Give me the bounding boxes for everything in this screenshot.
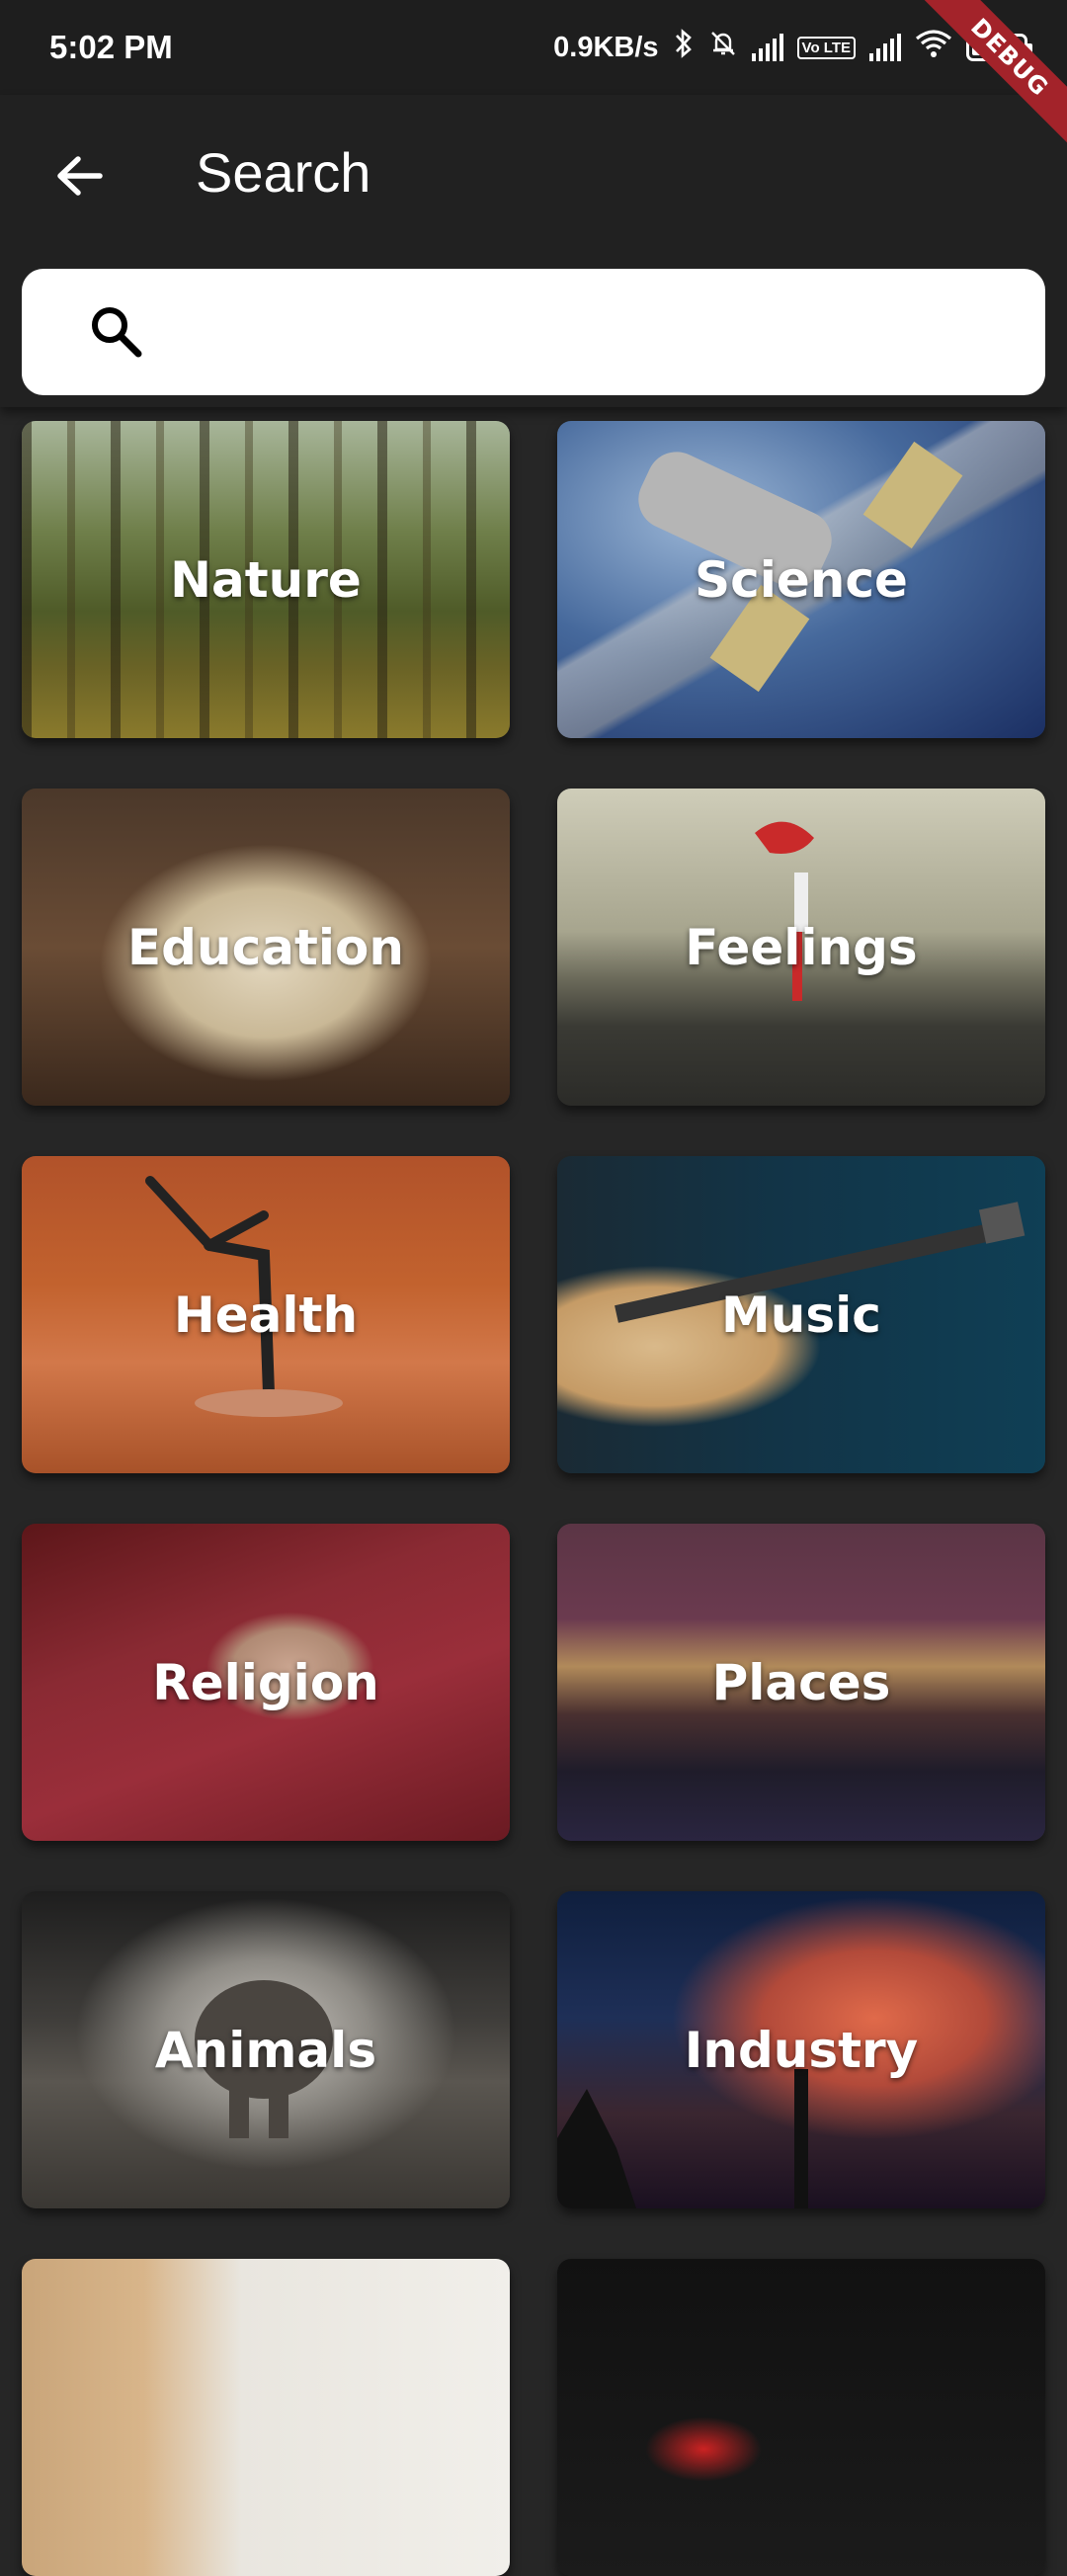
category-label: Industry: [684, 2021, 919, 2079]
category-card-music[interactable]: Music: [557, 1156, 1045, 1473]
status-time: 5:02 PM: [49, 29, 173, 65]
page-title: Search: [196, 141, 371, 204]
app-bar: Search: [0, 95, 1067, 407]
category-label: Science: [695, 550, 908, 609]
signal-icon: [751, 34, 783, 61]
category-card-places[interactable]: Places: [557, 1524, 1045, 1841]
category-card-partial-right[interactable]: [557, 2259, 1045, 2576]
category-label: Education: [127, 918, 404, 976]
category-card-feelings[interactable]: Feelings: [557, 789, 1045, 1106]
category-card-science[interactable]: Science: [557, 421, 1045, 738]
mute-bell-icon: [708, 29, 738, 66]
category-label: Animals: [154, 2021, 377, 2079]
category-label: Nature: [170, 550, 362, 609]
search-icon: [92, 307, 142, 358]
wifi-icon: [915, 29, 952, 66]
category-label: Health: [173, 1286, 359, 1344]
partial-image: [557, 2259, 1045, 2576]
bluetooth-icon: [673, 28, 695, 67]
back-button[interactable]: [49, 146, 109, 206]
category-card-education[interactable]: Education: [22, 789, 510, 1106]
category-label: Places: [711, 1653, 891, 1711]
category-card-health[interactable]: Health: [22, 1156, 510, 1473]
search-bar[interactable]: [22, 269, 1045, 395]
partial-image: [22, 2259, 510, 2576]
category-card-religion[interactable]: Religion: [22, 1524, 510, 1841]
arrow-left-icon: [57, 156, 103, 196]
category-label: Feelings: [685, 918, 918, 976]
category-card-animals[interactable]: Animals: [22, 1891, 510, 2208]
category-card-industry[interactable]: Industry: [557, 1891, 1045, 2208]
category-label: Music: [721, 1286, 881, 1344]
category-card-nature[interactable]: Nature: [22, 421, 510, 738]
category-card-partial-left[interactable]: [22, 2259, 510, 2576]
status-icons: 0.9KB/s Vo LTE: [553, 28, 1032, 67]
search-input[interactable]: [170, 292, 1024, 374]
category-label: Religion: [152, 1653, 379, 1711]
net-speed: 0.9KB/s: [553, 31, 659, 63]
volte-badge: Vo LTE: [796, 36, 856, 59]
signal-icon-2: [869, 34, 901, 61]
status-bar: 5:02 PM 0.9KB/s Vo LTE: [0, 0, 1067, 95]
